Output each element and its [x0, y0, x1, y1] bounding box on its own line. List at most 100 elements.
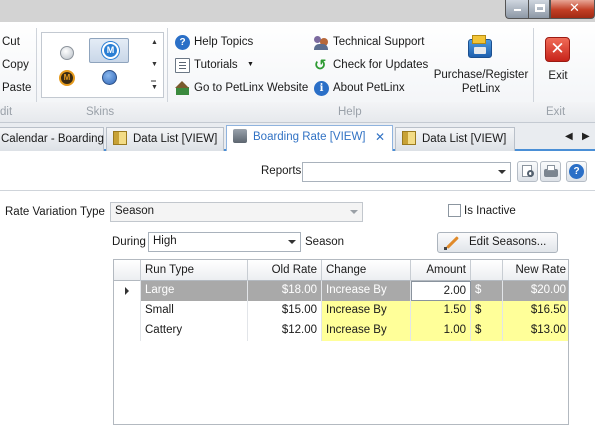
check-for-updates-label: Check for Updates — [333, 59, 429, 71]
skin-blue-icon[interactable] — [102, 70, 117, 85]
technical-support-label: Technical Support — [333, 36, 425, 48]
title-bar: ✕ — [0, 0, 595, 22]
close-button[interactable]: ✕ — [550, 0, 595, 19]
help-icon: ? — [175, 35, 190, 50]
help-icon: ? — [569, 164, 584, 179]
tab-label: Data List [VIEW] — [133, 133, 218, 145]
cell-amount[interactable]: 2.00 — [411, 281, 471, 301]
column-header-new-rate[interactable]: New Rate — [503, 260, 568, 281]
pencil-icon — [444, 235, 459, 250]
purchase-icon — [466, 35, 494, 61]
cell-unit[interactable]: $ — [471, 321, 503, 341]
tab-label: Calendar - Boarding — [1, 133, 104, 145]
tab-boarding-rate[interactable]: Boarding Rate [VIEW] ✕ — [226, 125, 393, 151]
chevron-down-icon — [498, 170, 506, 174]
season-value: High — [153, 235, 177, 247]
gallery-expand-icon[interactable]: ═ ▼ — [151, 78, 158, 91]
skin-blue-m-icon: M — [102, 42, 119, 59]
tab-label: Boarding Rate [VIEW] — [253, 131, 366, 143]
column-header-amount[interactable]: Amount — [411, 260, 471, 281]
rate-variation-type-dropdown[interactable]: Season — [110, 202, 363, 222]
tab-scroll-left-icon[interactable]: ◀ — [565, 131, 573, 142]
column-header-change[interactable]: Change — [322, 260, 411, 281]
tutorials-dropdown-icon: ▼ — [247, 61, 254, 68]
row-indicator-header — [114, 260, 141, 281]
chevron-down-icon — [350, 210, 358, 214]
row-indicator — [114, 321, 141, 341]
cell-amount[interactable]: 1.00 — [411, 321, 471, 341]
help-button[interactable]: ? — [566, 161, 587, 182]
close-tab-icon[interactable]: ✕ — [375, 126, 385, 148]
print-report-button[interactable] — [540, 161, 561, 182]
edit-seasons-button[interactable]: Edit Seasons... — [437, 232, 558, 253]
group-label-skins: Skins — [86, 106, 115, 118]
cell-unit[interactable]: $ — [471, 301, 503, 321]
is-inactive-label: Is Inactive — [464, 205, 516, 217]
gallery-scroll-down-icon[interactable]: ▼ — [151, 61, 158, 68]
update-arrow-icon: ↺ — [314, 56, 327, 74]
column-header-old-rate[interactable]: Old Rate — [248, 260, 322, 281]
during-label: During — [112, 236, 146, 248]
tab-data-list-1[interactable]: Data List [VIEW] — [106, 127, 224, 151]
current-row-arrow-icon — [125, 287, 129, 295]
boarding-rate-view: Reports ? Rate Variation Type Season Is … — [0, 151, 595, 425]
maximize-icon — [535, 4, 545, 12]
cell-unit[interactable]: $ — [471, 281, 503, 301]
cell-change[interactable]: Increase By — [322, 321, 411, 341]
ribbon: Cut Copy Paste M M ▲ ▼ ═ ▼ ? Help Topics … — [0, 22, 595, 123]
row-indicator — [114, 301, 141, 321]
tab-scroll-right-icon[interactable]: ▶ — [582, 131, 590, 142]
column-header-run-type[interactable]: Run Type — [141, 260, 248, 281]
reports-toolbar: Reports ? — [0, 151, 595, 191]
season-dropdown[interactable]: High — [148, 232, 301, 252]
minimize-button[interactable] — [505, 0, 528, 19]
row-indicator — [114, 281, 141, 301]
skin-silver[interactable] — [60, 46, 74, 60]
skin-blue-selected[interactable]: M — [89, 38, 129, 63]
column-header-unit[interactable] — [471, 260, 503, 281]
group-label-edit: dit — [0, 106, 13, 118]
cell-change[interactable]: Increase By — [322, 301, 411, 321]
close-icon: ✕ — [569, 1, 580, 16]
cell-old-rate[interactable]: $18.00 — [248, 281, 322, 301]
group-label-help: Help — [338, 106, 362, 118]
purchase-register-button[interactable]: Purchase/Register PetLinx — [432, 30, 530, 100]
gallery-scroll-up-icon[interactable]: ▲ — [151, 39, 158, 46]
tab-data-list-2[interactable]: Data List [VIEW] — [395, 127, 515, 151]
cash-register-icon — [233, 129, 247, 143]
cell-old-rate[interactable]: $12.00 — [248, 321, 322, 341]
purchase-register-label: Purchase/Register PetLinx — [433, 69, 529, 95]
data-list-icon — [113, 131, 127, 145]
reports-dropdown[interactable] — [302, 162, 511, 182]
cell-run-type[interactable]: Cattery — [141, 321, 248, 341]
preview-report-button[interactable] — [517, 161, 538, 182]
table-row[interactable]: Large $18.00 Increase By 2.00 $ $20.00 — [114, 281, 568, 301]
exit-icon: ✕ — [545, 37, 570, 62]
cell-run-type[interactable]: Large — [141, 281, 248, 301]
home-icon — [175, 81, 190, 96]
cell-old-rate[interactable]: $15.00 — [248, 301, 322, 321]
cell-new-rate[interactable]: $20.00 — [503, 281, 568, 301]
cell-change[interactable]: Increase By — [322, 281, 411, 301]
help-topics-label: Help Topics — [194, 36, 254, 48]
tab-calendar-boarding[interactable]: Calendar - Boarding — [0, 127, 104, 151]
data-list-icon — [402, 131, 416, 145]
cell-new-rate[interactable]: $16.50 — [503, 301, 568, 321]
cell-amount[interactable]: 1.50 — [411, 301, 471, 321]
exit-label: Exit — [548, 70, 568, 82]
rate-variation-type-label: Rate Variation Type — [5, 206, 105, 218]
tutorials-icon — [175, 58, 190, 73]
edit-seasons-label: Edit Seasons... — [469, 236, 547, 248]
exit-button[interactable]: ✕ Exit — [539, 30, 577, 100]
maximize-button[interactable] — [528, 0, 550, 19]
is-inactive-checkbox[interactable] — [448, 204, 461, 217]
table-row[interactable]: Cattery $12.00 Increase By 1.00 $ $13.00 — [114, 321, 568, 341]
tab-label: Data List [VIEW] — [422, 133, 507, 145]
cut-label: Cut — [2, 36, 20, 48]
rate-variation-type-value: Season — [115, 205, 155, 217]
table-row[interactable]: Small $15.00 Increase By 1.50 $ $16.50 — [114, 301, 568, 321]
cell-run-type[interactable]: Small — [141, 301, 248, 321]
skin-dark-m-icon[interactable]: M — [59, 70, 75, 86]
cell-new-rate[interactable]: $13.00 — [503, 321, 568, 341]
go-to-website-label: Go to PetLinx Website — [194, 82, 309, 94]
